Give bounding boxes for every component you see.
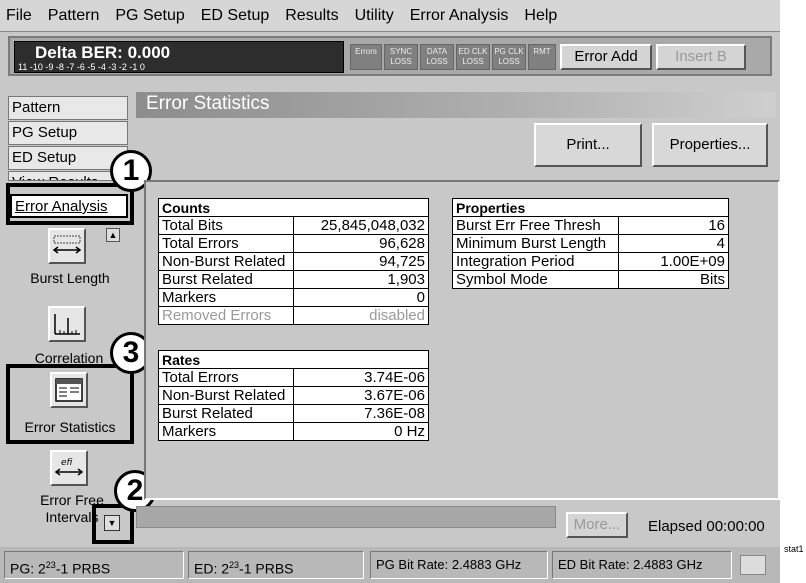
table-row: Total Bits 25,845,048,032 bbox=[158, 216, 429, 235]
rmt-indicator: RMT bbox=[528, 44, 556, 70]
table-row: Total Errors 3.74E-06 bbox=[158, 368, 429, 387]
burst-length-icon[interactable] bbox=[48, 228, 86, 264]
counts-header: Counts bbox=[158, 198, 429, 217]
counts-table: Counts Total Bits 25,845,048,032 Total Er… bbox=[158, 198, 429, 325]
svg-text:efi: efi bbox=[61, 458, 73, 468]
properties-table: Properties Burst Err Free Thresh 16 Minim… bbox=[452, 198, 729, 289]
properties-header: Properties bbox=[452, 198, 729, 217]
ber-scale: 11 -10 -9 -8 -7 -6 -5 -4 -3 -2 -1 0 bbox=[18, 62, 145, 72]
pg-bit-rate-status: PG Bit Rate: 2.4883 GHz bbox=[370, 551, 548, 579]
tab-pattern[interactable]: Pattern bbox=[8, 96, 128, 120]
scroll-up-icon[interactable]: ▲ bbox=[106, 228, 120, 242]
menu-pattern[interactable]: Pattern bbox=[40, 7, 108, 25]
menu-bar: File Pattern PG Setup ED Setup Results U… bbox=[0, 0, 780, 32]
error-statistics-label: Error Statistics bbox=[24, 419, 116, 435]
error-statistics-icon[interactable] bbox=[50, 372, 88, 408]
table-row: Markers 0 Hz bbox=[158, 422, 429, 441]
table-row: Burst Related 1,903 bbox=[158, 270, 429, 289]
app-frame: Delta BER: 0.000 11 -10 -9 -8 -7 -6 -5 -… bbox=[0, 32, 780, 583]
rates-table: Rates Total Errors 3.74E-06 Non-Burst Rel… bbox=[158, 350, 429, 441]
burst-length-label: Burst Length bbox=[30, 270, 110, 286]
table-row: Removed Errors disabled bbox=[158, 306, 429, 325]
table-row: Non-Burst Related 94,725 bbox=[158, 252, 429, 271]
panel-title-bar: Error Statistics bbox=[136, 92, 776, 118]
status-header: Delta BER: 0.000 11 -10 -9 -8 -7 -6 -5 -… bbox=[8, 36, 772, 76]
table-row: Burst Related 7.36E-08 bbox=[158, 404, 429, 423]
rates-header: Rates bbox=[158, 350, 429, 369]
correlation-icon[interactable] bbox=[48, 306, 86, 342]
footer-strip bbox=[136, 506, 556, 528]
pg-pattern-status: PG: 223-1 PRBS bbox=[4, 551, 184, 579]
error-free-intervals-icon[interactable]: efi bbox=[50, 450, 88, 486]
elapsed-time: Elapsed 00:00:00 bbox=[648, 518, 765, 535]
menu-error-analysis[interactable]: Error Analysis bbox=[402, 7, 517, 25]
ber-display: Delta BER: 0.000 11 -10 -9 -8 -7 -6 -5 -… bbox=[14, 41, 344, 73]
ed-pattern-status: ED: 223-1 PRBS bbox=[188, 551, 364, 579]
insert-b-button[interactable]: Insert B bbox=[656, 44, 746, 70]
ed-clk-loss-indicator: ED CLK LOSS bbox=[456, 44, 490, 70]
status-bar: PG: 223-1 PRBS ED: 223-1 PRBS PG Bit Rat… bbox=[0, 547, 780, 583]
table-row: Non-Burst Related 3.67E-06 bbox=[158, 386, 429, 405]
figure-tag: stat1 bbox=[784, 544, 804, 554]
print-button[interactable]: Print... bbox=[534, 123, 642, 167]
menu-ed-setup[interactable]: ED Setup bbox=[193, 7, 277, 25]
menu-file[interactable]: File bbox=[0, 7, 40, 25]
data-loss-indicator: DATA LOSS bbox=[420, 44, 454, 70]
menu-utility[interactable]: Utility bbox=[347, 7, 402, 25]
callout-1-frame bbox=[6, 183, 134, 225]
menu-help[interactable]: Help bbox=[516, 7, 565, 25]
statistics-content: Counts Total Bits 25,845,048,032 Total Er… bbox=[144, 180, 780, 500]
remote-status-icon bbox=[740, 555, 766, 575]
scroll-down-icon[interactable]: ▼ bbox=[104, 515, 120, 531]
properties-button[interactable]: Properties... bbox=[652, 123, 768, 167]
table-row: Total Errors 96,628 bbox=[158, 234, 429, 253]
more-button[interactable]: More... bbox=[566, 512, 628, 538]
sync-loss-indicator: SYNC LOSS bbox=[384, 44, 418, 70]
table-row: Integration Period 1.00E+09 bbox=[452, 252, 729, 271]
page-title: Error Statistics bbox=[146, 93, 270, 114]
menu-results[interactable]: Results bbox=[277, 7, 346, 25]
table-row: Symbol Mode Bits bbox=[452, 270, 729, 289]
ber-title: Delta BER: 0.000 bbox=[35, 43, 171, 62]
table-row: Minimum Burst Length 4 bbox=[452, 234, 729, 253]
pg-clk-loss-indicator: PG CLK LOSS bbox=[492, 44, 526, 70]
menu-pg-setup[interactable]: PG Setup bbox=[107, 7, 192, 25]
ed-bit-rate-status: ED Bit Rate: 2.4883 GHz bbox=[552, 551, 732, 579]
table-row: Markers 0 bbox=[158, 288, 429, 307]
table-row: Burst Err Free Thresh 16 bbox=[452, 216, 729, 235]
error-add-button[interactable]: Error Add bbox=[560, 44, 652, 70]
errors-indicator: Errors bbox=[350, 44, 382, 70]
tab-pg-setup[interactable]: PG Setup bbox=[8, 121, 128, 145]
